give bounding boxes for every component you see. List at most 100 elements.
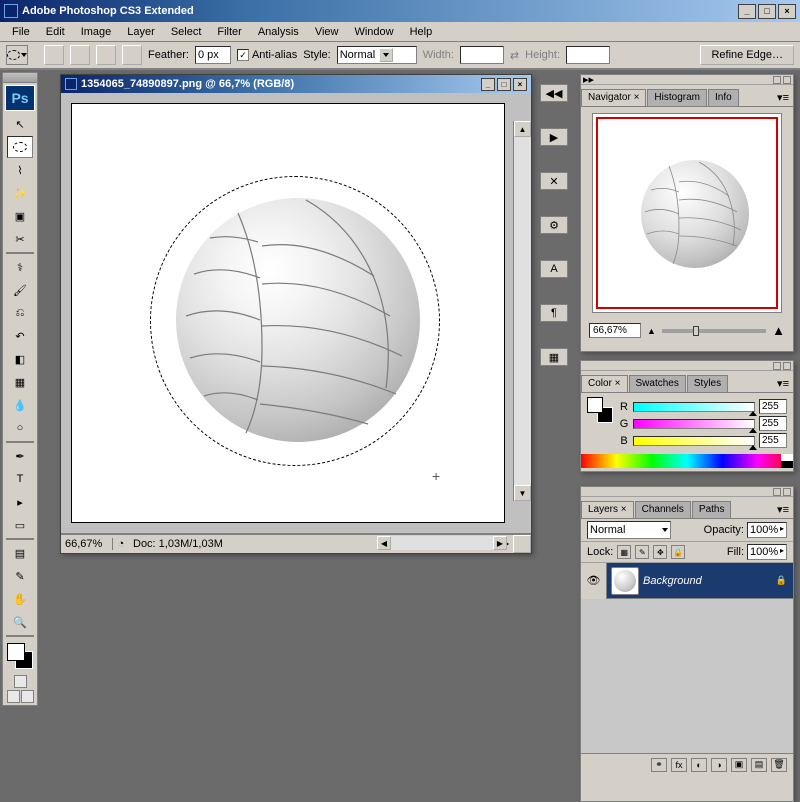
fg-swatch[interactable] [587, 397, 603, 413]
strip-tab-3[interactable]: ⚙ [540, 216, 568, 234]
style-dropdown[interactable]: Normal [337, 46, 417, 64]
tool-slice[interactable]: ✂ [7, 228, 33, 250]
slider-red[interactable] [633, 402, 755, 412]
layer-name[interactable]: Background [643, 575, 702, 587]
link-layers-icon[interactable]: ⚭ [651, 758, 667, 772]
selection-add-button[interactable] [70, 45, 90, 65]
panel-close-icon[interactable] [783, 362, 791, 370]
tool-lasso[interactable]: ⌇ [7, 159, 33, 181]
fill-value[interactable]: 100% [750, 546, 778, 558]
selection-subtract-button[interactable] [96, 45, 116, 65]
strip-tab-6[interactable]: ▦ [540, 348, 568, 366]
menu-edit[interactable]: Edit [38, 24, 73, 40]
adjustment-layer-icon[interactable]: ◑ [711, 758, 727, 772]
strip-tab-4[interactable]: A [540, 260, 568, 278]
lock-pixels-icon[interactable]: ✎ [635, 545, 649, 559]
tool-move[interactable]: ↖ [7, 113, 33, 135]
foreground-swatch[interactable] [7, 643, 25, 661]
standard-mode-button[interactable] [14, 675, 27, 688]
menu-window[interactable]: Window [346, 24, 401, 40]
canvas[interactable]: + [71, 103, 505, 523]
tool-crop[interactable]: ▣ [7, 205, 33, 227]
panel-min-icon[interactable] [773, 76, 781, 84]
feather-input[interactable] [195, 46, 231, 64]
selection-intersect-button[interactable] [122, 45, 142, 65]
tool-pen[interactable]: ✒ [7, 445, 33, 467]
tab-navigator[interactable]: Navigator × [581, 89, 646, 106]
tool-gradient[interactable]: ▦ [7, 371, 33, 393]
tool-blur[interactable]: 💧 [7, 394, 33, 416]
color-swatch-pair[interactable] [587, 397, 613, 423]
scroll-down-button[interactable]: ▼ [514, 485, 531, 501]
photoshop-logo[interactable]: Ps [5, 85, 35, 111]
doc-close-button[interactable]: × [513, 78, 527, 91]
screen-mode-button-2[interactable] [21, 690, 34, 703]
panel-min-icon[interactable] [773, 488, 781, 496]
tool-path-select[interactable]: ▸ [7, 491, 33, 513]
delete-layer-icon[interactable]: 🗑 [771, 758, 787, 772]
panel-close-icon[interactable] [783, 76, 791, 84]
current-tool-icon[interactable] [6, 45, 28, 65]
panel-close-icon[interactable] [783, 488, 791, 496]
selection-new-button[interactable] [44, 45, 64, 65]
tab-color[interactable]: Color × [581, 375, 628, 392]
status-icon[interactable]: ◔ [113, 538, 129, 550]
menu-layer[interactable]: Layer [119, 24, 163, 40]
expand-icon[interactable]: ▸▸ [583, 73, 594, 86]
tab-channels[interactable]: Channels [635, 501, 691, 518]
vertical-scrollbar[interactable]: ▲ ▼ [513, 121, 531, 501]
zoom-in-icon[interactable]: ▲ [772, 323, 785, 338]
layer-mask-icon[interactable]: ◐ [691, 758, 707, 772]
document-titlebar[interactable]: 1354065_74890897.png @ 66,7% (RGB/8) _ □… [61, 75, 531, 93]
navigator-preview[interactable] [592, 113, 782, 313]
panel-menu-icon[interactable]: ▾≡ [773, 375, 793, 392]
scroll-left-button[interactable]: ◀ [377, 536, 391, 550]
screen-mode-button[interactable] [7, 690, 20, 703]
menu-file[interactable]: File [4, 24, 38, 40]
blend-mode-dropdown[interactable]: Normal [587, 521, 671, 539]
slider-green[interactable] [633, 419, 755, 429]
tool-notes[interactable]: ▤ [7, 542, 33, 564]
value-blue[interactable]: 255 [759, 433, 787, 448]
tool-healing[interactable]: ⚕ [7, 256, 33, 278]
tool-eyedropper[interactable]: ✎ [7, 565, 33, 587]
color-swatches[interactable] [5, 641, 35, 671]
antialias-checkbox[interactable]: ✓Anti-alias [237, 49, 297, 61]
tab-info[interactable]: Info [708, 89, 739, 106]
minimize-button[interactable]: _ [738, 4, 756, 19]
layer-thumbnail[interactable] [611, 567, 639, 595]
panel-min-icon[interactable] [773, 362, 781, 370]
tab-styles[interactable]: Styles [687, 375, 728, 392]
tool-brush[interactable]: 🖌 [7, 279, 33, 301]
scroll-right-button[interactable]: ▶ [493, 536, 507, 550]
layer-fx-icon[interactable]: fx [671, 758, 687, 772]
lock-position-icon[interactable]: ✥ [653, 545, 667, 559]
lock-transparency-icon[interactable]: ▦ [617, 545, 631, 559]
panel-menu-icon[interactable]: ▾≡ [773, 89, 793, 106]
doc-minimize-button[interactable]: _ [481, 78, 495, 91]
toolbox-grip[interactable] [3, 73, 37, 83]
tool-zoom[interactable]: 🔍 [7, 611, 33, 633]
color-spectrum[interactable] [581, 454, 793, 468]
opacity-value[interactable]: 100% [750, 524, 778, 536]
horizontal-scrollbar[interactable]: ◀ ▶ [377, 536, 507, 550]
tool-magic-wand[interactable]: ✨ [7, 182, 33, 204]
navigator-zoom-slider[interactable] [662, 329, 766, 333]
menu-select[interactable]: Select [163, 24, 210, 40]
doc-maximize-button[interactable]: □ [497, 78, 511, 91]
menu-analysis[interactable]: Analysis [250, 24, 307, 40]
status-zoom[interactable]: 66,67% [61, 538, 113, 550]
resize-grip[interactable] [513, 535, 531, 553]
tool-history-brush[interactable]: ↶ [7, 325, 33, 347]
layer-row-background[interactable]: 👁 Background 🔒 [581, 563, 793, 599]
strip-tab-2[interactable]: ✕ [540, 172, 568, 190]
tab-paths[interactable]: Paths [692, 501, 732, 518]
menu-filter[interactable]: Filter [209, 24, 249, 40]
strip-tab-1[interactable]: ▶ [540, 128, 568, 146]
tool-dodge[interactable]: ○ [7, 417, 33, 439]
tool-shape[interactable]: ▭ [7, 514, 33, 536]
slider-blue[interactable] [633, 436, 755, 446]
value-green[interactable]: 255 [759, 416, 787, 431]
tool-clone[interactable]: ⎌ [7, 302, 33, 324]
scroll-up-button[interactable]: ▲ [514, 121, 531, 137]
